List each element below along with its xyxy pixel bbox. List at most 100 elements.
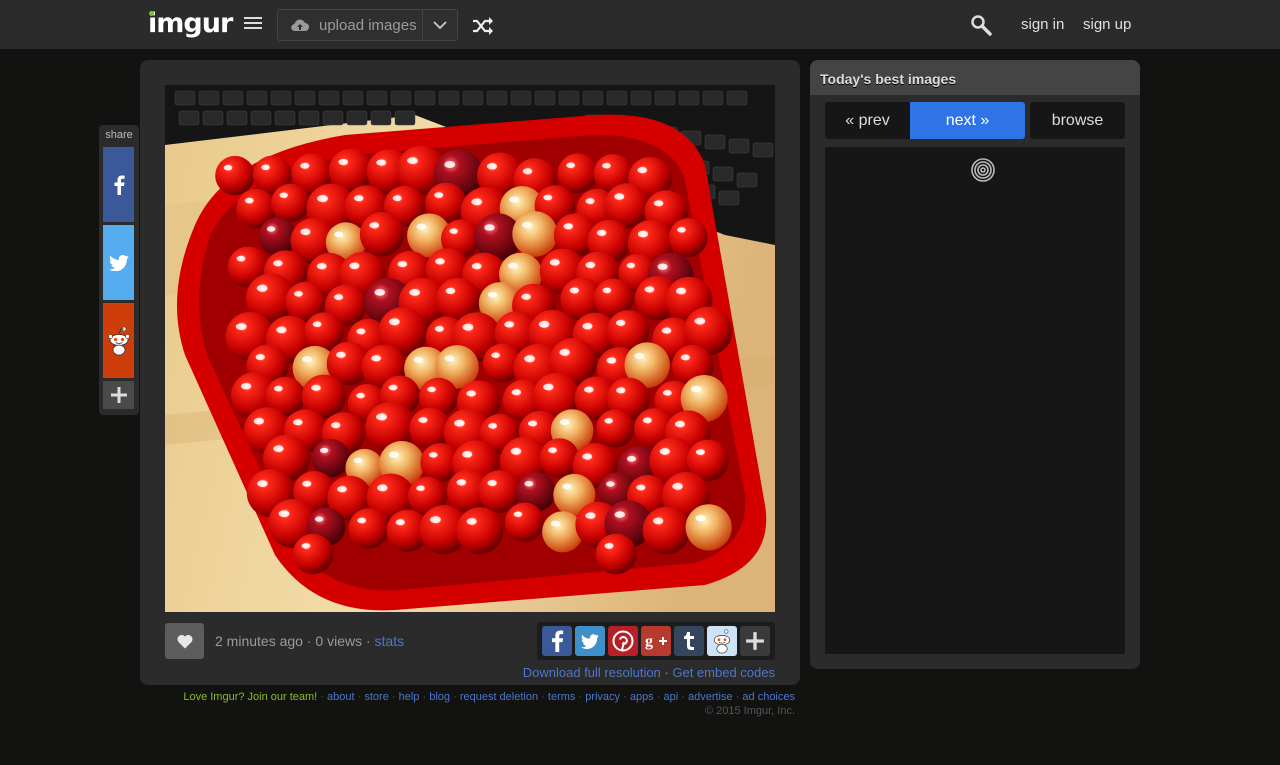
random-shuffle-button[interactable] bbox=[472, 16, 494, 36]
cherry-highlight bbox=[241, 383, 252, 390]
footer-link-terms[interactable]: terms bbox=[548, 691, 576, 703]
cherry-highlight bbox=[388, 384, 398, 391]
cherry-highlight bbox=[548, 447, 557, 454]
cherry-highlight bbox=[636, 484, 646, 491]
main-image[interactable] bbox=[165, 85, 775, 612]
cherry-highlight bbox=[657, 263, 668, 270]
browse-button[interactable]: browse bbox=[1030, 102, 1125, 139]
cherry-highlight bbox=[333, 294, 344, 300]
cherry-highlight bbox=[695, 449, 706, 455]
share-facebook-small[interactable] bbox=[542, 626, 572, 656]
cherry-highlight bbox=[637, 167, 647, 174]
share-label: share bbox=[105, 129, 133, 141]
reddit-icon bbox=[107, 326, 130, 355]
footer-link-api[interactable]: api bbox=[663, 691, 678, 703]
share-reddit-small[interactable] bbox=[707, 626, 737, 656]
cherry-highlight bbox=[484, 224, 495, 231]
favorite-button[interactable] bbox=[165, 623, 204, 659]
cherry bbox=[539, 438, 580, 478]
cherry-highlight bbox=[511, 389, 521, 396]
cherry-highlight bbox=[261, 164, 270, 170]
cherry-highlight bbox=[273, 445, 284, 453]
share-twitter-button[interactable] bbox=[103, 225, 134, 300]
share-google-plus-small[interactable]: g bbox=[641, 626, 671, 656]
footer-link-ad-choices[interactable]: ad choices bbox=[742, 691, 795, 703]
cherry-highlight bbox=[604, 418, 613, 424]
footer-link-privacy[interactable]: privacy bbox=[585, 691, 620, 703]
cherry bbox=[292, 533, 334, 575]
footer-link-store[interactable]: store bbox=[364, 691, 388, 703]
cherry-highlight bbox=[395, 519, 405, 526]
join-team-link[interactable]: Love Imgur? Join our team! bbox=[183, 691, 317, 703]
prev-button[interactable]: « prev bbox=[825, 102, 910, 139]
sign-up-link[interactable]: sign up bbox=[1083, 16, 1131, 33]
cherry-highlight bbox=[510, 447, 522, 455]
share-reddit-button[interactable] bbox=[103, 303, 134, 378]
cherry-highlight bbox=[392, 195, 402, 202]
share-twitter-small[interactable] bbox=[575, 626, 605, 656]
menu-icon[interactable] bbox=[244, 17, 262, 31]
share-facebook-button[interactable] bbox=[103, 147, 134, 222]
cherry-highlight bbox=[353, 457, 363, 464]
cherry-highlight bbox=[582, 323, 593, 330]
cherry-highlight bbox=[331, 422, 341, 429]
cherry bbox=[642, 506, 691, 555]
footer-link-help[interactable]: help bbox=[399, 691, 420, 703]
imgur-logo[interactable]: imgur bbox=[148, 9, 233, 39]
footer-link-blog[interactable]: blog bbox=[429, 691, 450, 703]
cherry bbox=[512, 211, 558, 257]
cherry-highlight bbox=[653, 200, 664, 207]
share-more-button[interactable] bbox=[103, 381, 134, 409]
share-more-small[interactable] bbox=[740, 626, 770, 656]
cherry-highlight bbox=[244, 197, 254, 204]
cherry-highlight bbox=[538, 320, 550, 328]
cherry bbox=[685, 504, 732, 551]
image-meta: 2 minutes ago · 0 views · stats bbox=[215, 633, 404, 649]
plus-icon bbox=[746, 632, 764, 650]
get-embed-codes-link[interactable]: Get embed codes bbox=[672, 665, 775, 680]
footer-link-apps[interactable]: apps bbox=[630, 691, 654, 703]
cherry-highlight bbox=[416, 485, 425, 491]
cherry-highlight bbox=[606, 481, 615, 487]
cherry-highlight bbox=[615, 319, 626, 326]
footer-links-row: Love Imgur? Join our team! · about · sto… bbox=[183, 691, 795, 703]
cherry-highlight bbox=[659, 448, 670, 455]
upload-options-button[interactable] bbox=[422, 10, 457, 40]
cherry-highlight bbox=[253, 417, 264, 425]
spinner-icon bbox=[971, 158, 995, 182]
cherry-highlight bbox=[522, 221, 532, 229]
cherry-highlight bbox=[430, 516, 441, 524]
stats-link[interactable]: stats bbox=[375, 633, 405, 649]
best-images-title: Today's best images bbox=[820, 71, 957, 87]
footer-link-request-deletion[interactable]: request deletion bbox=[460, 691, 538, 703]
cherry-highlight bbox=[508, 262, 518, 269]
share-pinterest-small[interactable] bbox=[608, 626, 638, 656]
share-tumblr-small[interactable] bbox=[674, 626, 704, 656]
cherry-highlight bbox=[388, 318, 400, 326]
cherry-highlight bbox=[602, 287, 612, 294]
plus-icon bbox=[110, 387, 127, 403]
download-links: Download full resolution · Get embed cod… bbox=[523, 665, 775, 680]
download-full-resolution-link[interactable]: Download full resolution bbox=[523, 665, 661, 680]
search-button[interactable] bbox=[970, 14, 992, 36]
cherry bbox=[557, 153, 598, 194]
cherry-highlight bbox=[388, 451, 399, 458]
upload-images-button[interactable]: upload images bbox=[278, 10, 422, 40]
cherry-highlight bbox=[466, 390, 476, 397]
cherry-highlight bbox=[374, 289, 386, 296]
next-button[interactable]: next » bbox=[910, 102, 1025, 139]
cherry-highlight bbox=[596, 229, 607, 236]
cherry-highlight bbox=[604, 543, 614, 549]
cherry-highlight bbox=[614, 193, 625, 200]
cherry-highlight bbox=[409, 289, 420, 296]
cherry-highlight bbox=[349, 262, 360, 269]
footer-link-about[interactable]: about bbox=[327, 691, 355, 703]
footer: Love Imgur? Join our team! · about · sto… bbox=[140, 690, 795, 718]
sign-in-link[interactable]: sign in bbox=[1021, 16, 1064, 33]
footer-link-advertise[interactable]: advertise bbox=[688, 691, 733, 703]
cherry-highlight bbox=[300, 228, 311, 235]
cherry-highlight bbox=[527, 420, 538, 427]
cherry-highlight bbox=[276, 326, 287, 334]
svg-text:g: g bbox=[645, 633, 653, 650]
cherry-highlight bbox=[487, 480, 497, 486]
